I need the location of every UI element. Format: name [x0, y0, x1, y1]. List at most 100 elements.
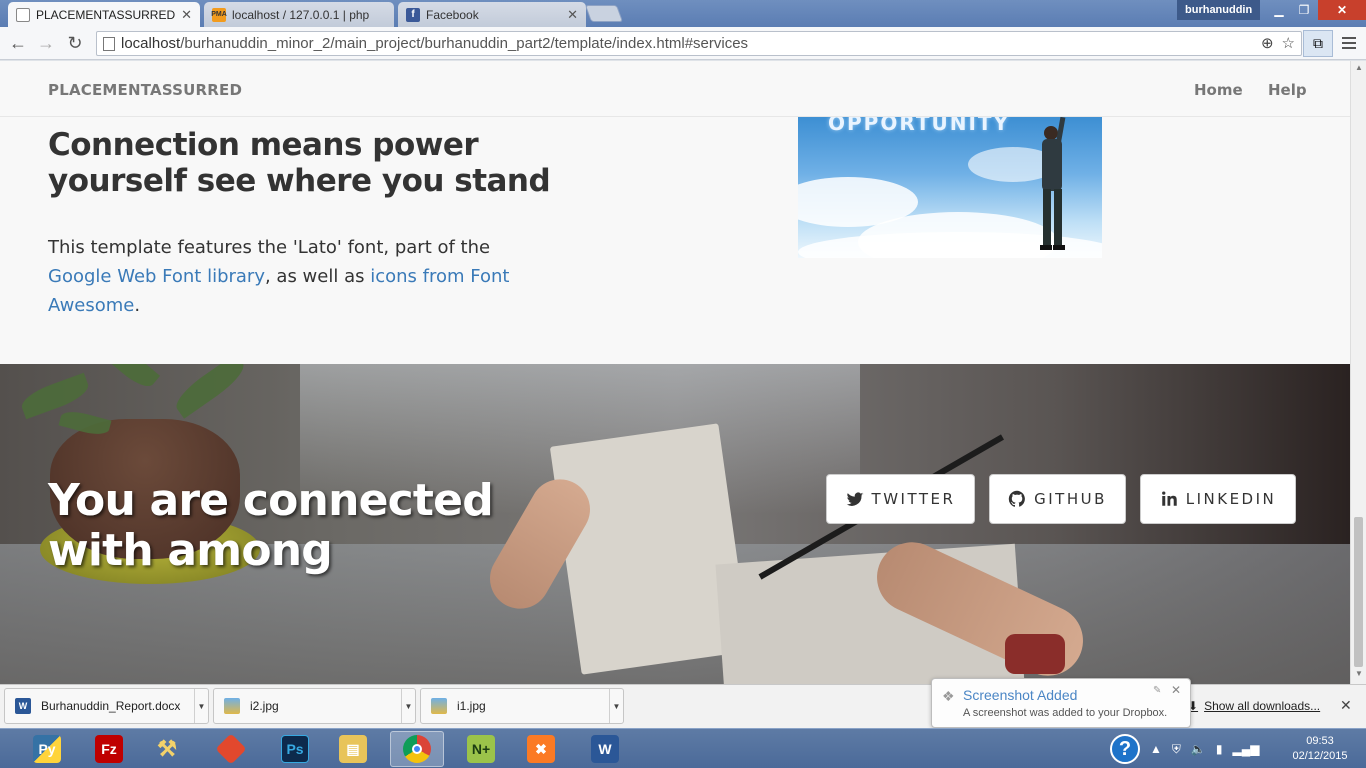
chevron-up-icon[interactable]: ▲: [1150, 742, 1162, 756]
download-filename: Burhanuddin_Report.docx: [41, 699, 181, 713]
image-caption: OPPORTUNITY: [828, 117, 1011, 135]
download-item[interactable]: i2.jpg ▼: [213, 688, 416, 724]
taskbar-clock[interactable]: 09:53 02/12/2015: [1280, 734, 1360, 764]
word-doc-icon: W: [15, 698, 31, 714]
close-icon[interactable]: ✕: [1340, 697, 1352, 714]
image-file-icon: [224, 698, 240, 714]
phpmyadmin-icon: PMA: [211, 7, 227, 22]
linkedin-button[interactable]: LINKEDIN: [1140, 474, 1296, 524]
xampp-icon[interactable]: ✖: [514, 731, 568, 767]
extension-icon[interactable]: ⧉: [1303, 30, 1333, 57]
tab-phpmyadmin[interactable]: PMA localhost / 127.0.0.1 | php: [204, 2, 394, 27]
text-fragment: , as well as: [264, 266, 371, 287]
git-icon[interactable]: [204, 731, 258, 767]
url-host: localhost: [121, 35, 181, 52]
nav-help-link[interactable]: Help: [1268, 81, 1307, 99]
close-icon[interactable]: ✕: [181, 7, 192, 23]
chevron-down-icon[interactable]: ▼: [401, 689, 415, 723]
system-tray: ? ▲ ⛨ 🔈 ▮ ▂▄▆: [1110, 729, 1259, 768]
google-fonts-link[interactable]: Google Web Font library: [48, 266, 265, 287]
chrome-icon[interactable]: [390, 731, 444, 767]
tab-label: Facebook: [426, 7, 479, 22]
word-icon[interactable]: W: [578, 731, 632, 767]
download-item[interactable]: W Burhanuddin_Report.docx ▼: [4, 688, 209, 724]
page-icon: [16, 7, 30, 22]
businessman-figure: [1040, 117, 1066, 250]
twitter-button[interactable]: TWITTER: [826, 474, 975, 524]
browser-toolbar: ← → ↻ localhost/burhanuddin_minor_2/main…: [0, 27, 1366, 60]
scroll-up-icon[interactable]: ▲: [1355, 63, 1363, 72]
profile-button[interactable]: burhanuddin: [1177, 0, 1261, 20]
address-bar[interactable]: localhost/burhanuddin_minor_2/main_proje…: [96, 31, 1302, 56]
show-all-downloads-link[interactable]: ⬇ Show all downloads...: [1188, 699, 1320, 713]
volume-icon[interactable]: 🔈: [1191, 742, 1206, 756]
tab-placementassurred[interactable]: PLACEMENTASSURRED ✕: [8, 2, 200, 27]
toast-title: Screenshot Added: [963, 687, 1078, 703]
zoom-icon[interactable]: ⊕: [1261, 34, 1274, 52]
help-icon[interactable]: ?: [1110, 734, 1140, 764]
download-filename: i2.jpg: [250, 699, 279, 713]
section-heading: Connection means power yourself see wher…: [48, 127, 551, 199]
tab-label: localhost / 127.0.0.1 | php: [232, 7, 370, 22]
download-item[interactable]: i1.jpg ▼: [420, 688, 624, 724]
tab-label: PLACEMENTASSURRED: [36, 7, 176, 22]
twitter-label: TWITTER: [871, 490, 956, 508]
clock-date: 02/12/2015: [1292, 750, 1348, 762]
network-signal-icon[interactable]: ▂▄▆: [1232, 742, 1259, 756]
facebook-icon: f: [406, 7, 420, 22]
page-viewport: Connection means power yourself see wher…: [0, 61, 1350, 684]
chevron-down-icon[interactable]: ▼: [194, 689, 208, 723]
file-explorer-icon[interactable]: ▤: [326, 731, 380, 767]
linkedin-label: LINKEDIN: [1185, 490, 1277, 508]
notepad-plus-plus-icon[interactable]: N+: [454, 731, 508, 767]
banner-heading: You are connected with among: [48, 475, 494, 576]
dropbox-tray-icon[interactable]: ⛨: [1172, 742, 1181, 757]
wristwatch: [1005, 634, 1065, 674]
new-tab-button[interactable]: [584, 5, 624, 22]
browser-titlebar: PLACEMENTASSURRED ✕ PMA localhost / 127.…: [0, 0, 1366, 27]
text-fragment: This template features the 'Lato' font, …: [48, 237, 491, 258]
chevron-down-icon[interactable]: ▼: [609, 689, 623, 723]
dropbox-notification[interactable]: ❖ Screenshot Added A screenshot was adde…: [931, 678, 1191, 728]
photoshop-icon[interactable]: Ps: [268, 731, 322, 767]
social-banner: You are connected with among TWITTER GIT…: [0, 364, 1350, 684]
python-icon[interactable]: Py: [20, 731, 74, 767]
show-all-label: Show all downloads...: [1204, 699, 1321, 713]
close-icon[interactable]: ✕: [567, 7, 578, 23]
clock-time: 09:53: [1306, 735, 1334, 747]
pin-icon[interactable]: ✎: [1153, 685, 1161, 696]
back-arrow-icon[interactable]: ←: [6, 31, 30, 55]
bookmark-star-icon[interactable]: ☆: [1282, 34, 1295, 52]
download-filename: i1.jpg: [457, 699, 486, 713]
page-icon: [103, 36, 115, 51]
text-fragment: .: [134, 295, 141, 316]
windows-taskbar: Py Fz ⚒ Ps ▤ N+ ✖ W ? ▲ ⛨ 🔈 ▮ ▂▄▆ 09:53 …: [0, 728, 1366, 768]
reload-icon[interactable]: ↻: [63, 31, 87, 55]
battery-icon[interactable]: ▮: [1216, 742, 1223, 756]
github-button[interactable]: GITHUB: [989, 474, 1126, 524]
restore-icon[interactable]: ❐: [1292, 0, 1316, 20]
linkedin-icon: [1161, 491, 1177, 506]
scrollbar-thumb[interactable]: [1354, 517, 1363, 667]
image-file-icon: [431, 698, 447, 714]
github-icon: [1008, 490, 1025, 507]
page-scrollbar[interactable]: ▲ ▼: [1350, 61, 1366, 684]
menu-icon[interactable]: [1338, 32, 1360, 54]
minimize-icon[interactable]: ▁: [1266, 0, 1292, 20]
site-navbar: PLACEMENTASSURRED Home Help: [0, 61, 1350, 117]
url-path: /burhanuddin_minor_2/main_project/burhan…: [180, 35, 749, 52]
filezilla-icon[interactable]: Fz: [82, 731, 136, 767]
github-label: GITHUB: [1034, 490, 1107, 508]
twitter-icon: [846, 492, 863, 506]
site-brand[interactable]: PLACEMENTASSURRED: [48, 81, 242, 99]
window-close-button[interactable]: ✕: [1318, 0, 1366, 20]
opportunity-image: OPPORTUNITY: [798, 117, 1102, 258]
dropbox-icon: ❖: [942, 688, 955, 704]
nav-home-link[interactable]: Home: [1194, 81, 1243, 99]
close-icon[interactable]: ✕: [1171, 683, 1181, 697]
toast-message: A screenshot was added to your Dropbox.: [963, 707, 1168, 719]
forward-arrow-icon[interactable]: →: [34, 31, 58, 55]
tools-icon[interactable]: ⚒: [140, 731, 194, 767]
scroll-down-icon[interactable]: ▼: [1355, 669, 1363, 678]
tab-facebook[interactable]: f Facebook ✕: [398, 2, 586, 27]
